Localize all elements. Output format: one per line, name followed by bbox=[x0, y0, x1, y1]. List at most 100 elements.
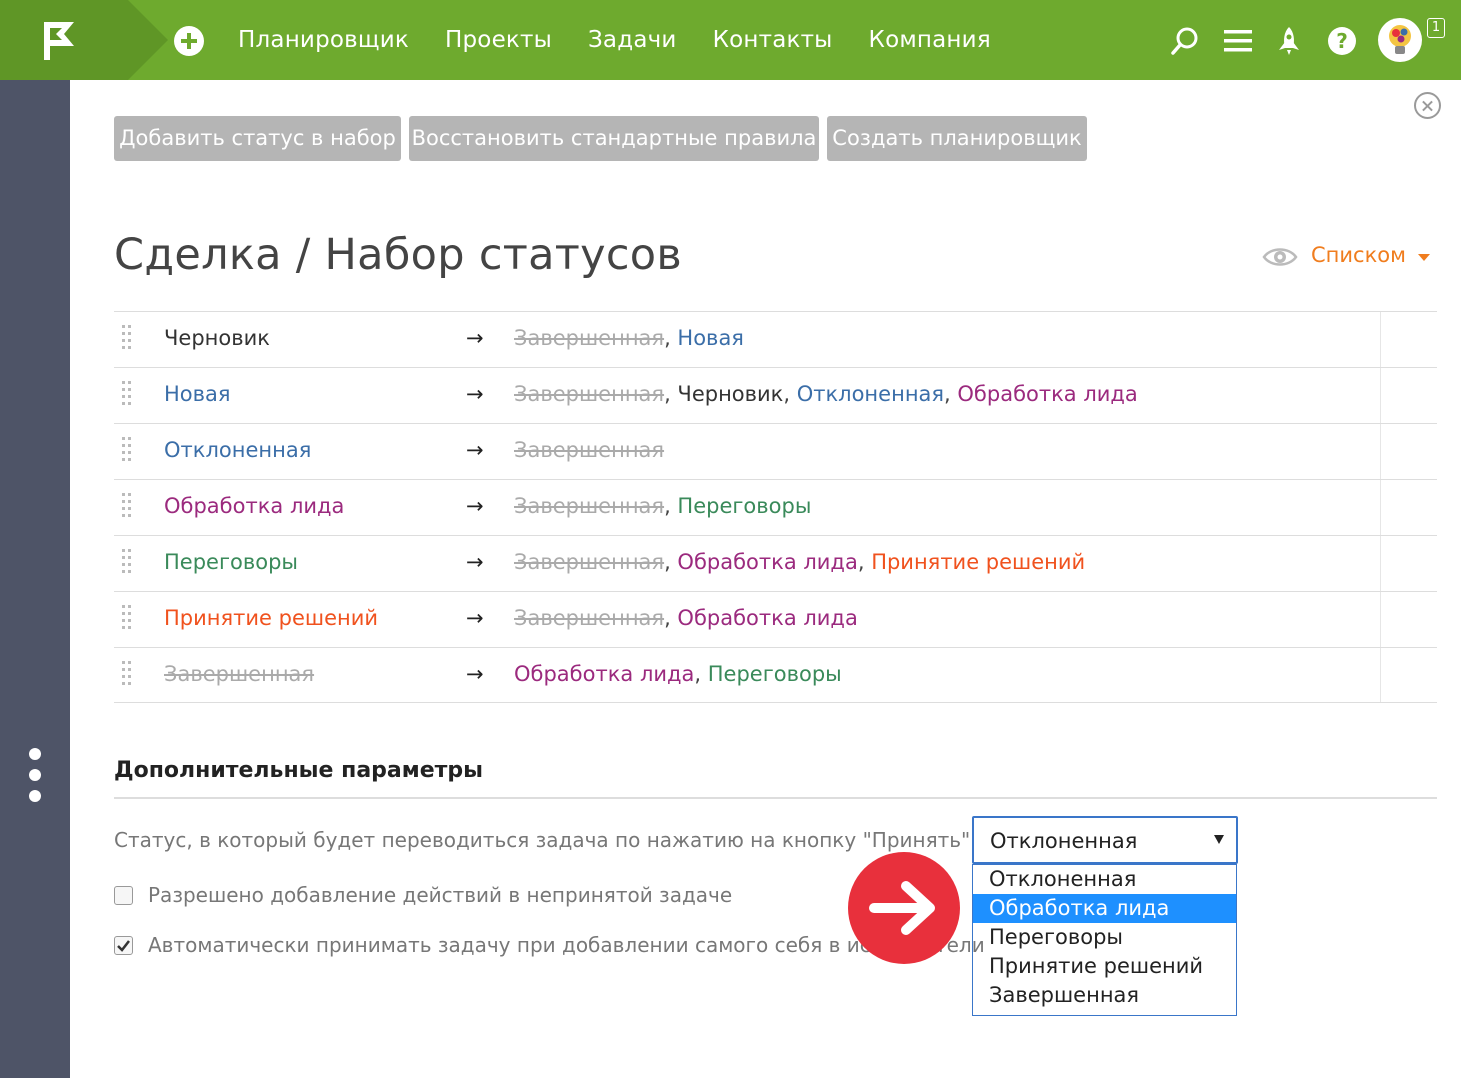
pointer-arrow-annotation bbox=[848, 852, 960, 964]
drag-handle-icon[interactable] bbox=[122, 493, 134, 519]
target-status[interactable]: Завершенная bbox=[514, 494, 664, 518]
target-status[interactable]: Новая bbox=[677, 326, 744, 350]
target-status[interactable]: Черновик bbox=[677, 382, 783, 406]
separator: , bbox=[664, 326, 678, 350]
nav-item-company[interactable]: Компания bbox=[869, 27, 991, 53]
nav-item-planner[interactable]: Планировщик bbox=[238, 27, 409, 53]
target-status[interactable]: Отклоненная bbox=[797, 382, 944, 406]
nav-item-contacts[interactable]: Контакты bbox=[713, 27, 833, 53]
target-status[interactable]: Завершенная bbox=[514, 550, 664, 574]
target-status[interactable]: Завершенная bbox=[514, 606, 664, 630]
drag-handle-icon[interactable] bbox=[122, 381, 134, 407]
logo-flag-icon[interactable] bbox=[40, 20, 80, 62]
target-status[interactable]: Завершенная bbox=[514, 326, 664, 350]
create-planner-button[interactable]: Создать планировщик bbox=[827, 116, 1087, 161]
drag-handle-icon[interactable] bbox=[122, 437, 134, 463]
page-title: Сделка / Набор статусов bbox=[114, 230, 683, 280]
target-status[interactable]: Переговоры bbox=[677, 494, 811, 518]
nav-item-tasks[interactable]: Задачи bbox=[588, 27, 677, 53]
divider bbox=[114, 797, 1437, 799]
target-status[interactable]: Завершенная bbox=[514, 382, 664, 406]
avatar-lightbulb-icon bbox=[1389, 25, 1411, 54]
rocket-icon[interactable] bbox=[1276, 26, 1302, 56]
select-option[interactable]: Принятие решений bbox=[973, 952, 1236, 981]
separator: , bbox=[857, 550, 872, 574]
table-row[interactable]: Обработка лида → Завершенная, Переговоры bbox=[114, 479, 1437, 535]
separator: , bbox=[944, 382, 958, 406]
separator: , bbox=[664, 382, 678, 406]
add-status-button[interactable]: Добавить статус в набор bbox=[114, 116, 401, 161]
accept-status-label: Статус, в который будет переводиться зад… bbox=[114, 828, 977, 852]
status-name[interactable]: Новая bbox=[164, 382, 231, 406]
accept-status-select[interactable]: Отклоненная bbox=[972, 816, 1238, 864]
status-name[interactable]: Принятие решений bbox=[164, 606, 378, 630]
arrow-right-icon: → bbox=[466, 606, 484, 630]
plus-icon[interactable] bbox=[174, 26, 204, 56]
drag-handle-icon[interactable] bbox=[122, 605, 134, 631]
drag-handle-icon[interactable] bbox=[122, 325, 134, 351]
select-option[interactable]: Завершенная bbox=[973, 981, 1236, 1010]
chevron-down-icon[interactable] bbox=[1418, 254, 1430, 261]
separator: , bbox=[694, 662, 708, 686]
help-icon[interactable]: ? bbox=[1327, 26, 1357, 56]
target-status[interactable]: Обработка лида bbox=[677, 606, 857, 630]
eye-icon[interactable] bbox=[1262, 242, 1298, 272]
separator: , bbox=[664, 550, 678, 574]
left-sidebar bbox=[0, 80, 70, 1078]
table-row[interactable]: Переговоры → Завершенная, Обработка лида, … bbox=[114, 535, 1437, 591]
accept-status-options: Отклоненная Обработка лида Переговоры Приня… bbox=[972, 864, 1237, 1016]
svg-text:?: ? bbox=[1336, 29, 1348, 53]
target-status[interactable]: Переговоры bbox=[708, 662, 842, 686]
status-name[interactable]: Завершенная bbox=[164, 662, 314, 686]
target-status[interactable]: Обработка лида bbox=[677, 550, 857, 574]
nav-item-projects[interactable]: Проекты bbox=[445, 27, 552, 53]
arrow-right-icon: → bbox=[466, 326, 484, 350]
transition-targets[interactable]: Завершенная, Переговоры bbox=[514, 494, 811, 518]
transition-targets[interactable]: Обработка лида, Переговоры bbox=[514, 662, 842, 686]
table-row[interactable]: Принятие решений → Завершенная, Обработка … bbox=[114, 591, 1437, 647]
search-icon[interactable] bbox=[1170, 26, 1200, 56]
target-status[interactable]: Завершенная bbox=[514, 438, 664, 462]
top-navigation-bar: Планировщик Проекты Задачи Контакты Комп… bbox=[0, 0, 1461, 80]
view-mode-dropdown[interactable]: Списком bbox=[1311, 243, 1406, 267]
target-status[interactable]: Принятие решений bbox=[871, 550, 1085, 574]
table-row[interactable]: Завершенная → Обработка лида, Переговоры bbox=[114, 647, 1437, 703]
drag-handle-icon[interactable] bbox=[122, 549, 134, 575]
transition-targets[interactable]: Завершенная, Обработка лида, Принятие ре… bbox=[514, 550, 1085, 574]
drag-handle-icon[interactable] bbox=[122, 661, 134, 687]
checkmark-icon bbox=[117, 940, 130, 952]
notification-badge[interactable]: 1 bbox=[1427, 18, 1445, 38]
status-name[interactable]: Черновик bbox=[164, 326, 270, 350]
auto-accept-checkbox[interactable] bbox=[114, 936, 133, 955]
table-row[interactable]: Новая → Завершенная, Черновик, Отклоненная… bbox=[114, 367, 1437, 423]
select-option[interactable]: Отклоненная bbox=[973, 865, 1236, 894]
table-row[interactable]: Черновик → Завершенная, Новая bbox=[114, 311, 1437, 367]
target-status[interactable]: Обработка лида bbox=[514, 662, 694, 686]
transition-targets[interactable]: Завершенная, Черновик, Отклоненная, Обра… bbox=[514, 382, 1138, 406]
arrow-right-icon: → bbox=[466, 382, 484, 406]
transition-targets[interactable]: Завершенная, Обработка лида bbox=[514, 606, 858, 630]
transition-targets[interactable]: Завершенная, Новая bbox=[514, 326, 744, 350]
avatar[interactable] bbox=[1378, 18, 1422, 62]
restore-rules-button[interactable]: Восстановить стандартные правила bbox=[409, 116, 819, 161]
logo-notch bbox=[128, 0, 168, 80]
select-option[interactable]: Переговоры bbox=[973, 923, 1236, 952]
section-title: Дополнительные параметры bbox=[114, 758, 484, 783]
table-row[interactable]: Отклоненная → Завершенная bbox=[114, 423, 1437, 479]
separator: , bbox=[664, 494, 678, 518]
arrow-right-icon: → bbox=[466, 662, 484, 686]
arrow-right-icon bbox=[869, 881, 935, 935]
status-name[interactable]: Переговоры bbox=[164, 550, 298, 574]
select-option[interactable]: Обработка лида bbox=[973, 894, 1236, 923]
target-status[interactable]: Обработка лида bbox=[957, 382, 1137, 406]
more-dots-icon[interactable] bbox=[29, 748, 41, 811]
allow-actions-checkbox[interactable] bbox=[114, 886, 133, 905]
status-name[interactable]: Отклоненная bbox=[164, 438, 311, 462]
allow-actions-label: Разрешено добавление действий в непринят… bbox=[148, 883, 733, 907]
status-name[interactable]: Обработка лида bbox=[164, 494, 344, 518]
arrow-right-icon: → bbox=[466, 494, 484, 518]
menu-icon[interactable] bbox=[1223, 26, 1253, 56]
close-icon[interactable] bbox=[1414, 92, 1441, 119]
main-nav: Планировщик Проекты Задачи Контакты Комп… bbox=[238, 0, 1027, 80]
transition-targets[interactable]: Завершенная bbox=[514, 438, 664, 462]
